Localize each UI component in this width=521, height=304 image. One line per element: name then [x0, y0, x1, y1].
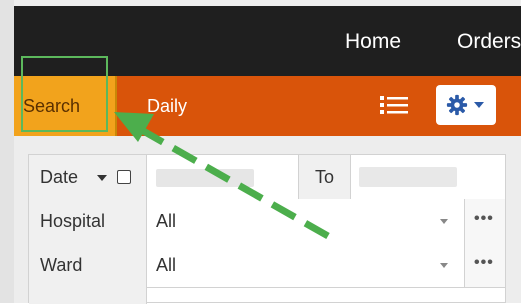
more-icon: •••: [474, 254, 494, 271]
date-label: Date: [40, 167, 79, 187]
daily-tab[interactable]: Daily: [147, 96, 187, 117]
navbar-top-edge: [14, 0, 521, 6]
chevron-down-icon: [474, 102, 484, 108]
hospital-row: Hospital All •••: [29, 199, 505, 244]
filter-form: Date To Hospital All ••• Ward All •••: [14, 136, 521, 304]
date-label-cell[interactable]: Date: [29, 155, 147, 199]
ward-select[interactable]: All: [147, 243, 465, 287]
ward-row: Ward All •••: [29, 243, 505, 288]
ward-label: Ward: [40, 255, 83, 275]
to-label-cell: To: [299, 155, 351, 199]
nav-orders-link[interactable]: Orders: [457, 30, 521, 54]
next-filter-label-cell: [29, 287, 147, 304]
gear-icon: [446, 94, 468, 116]
filter-panel: Date To Hospital All ••• Ward All •••: [28, 154, 506, 304]
to-label: To: [315, 167, 335, 187]
settings-dropdown-button[interactable]: [436, 85, 496, 125]
next-filter-row: [29, 287, 505, 304]
chevron-down-icon[interactable]: [97, 175, 107, 181]
hospital-more-button[interactable]: •••: [465, 199, 505, 243]
date-to-input[interactable]: [351, 155, 505, 199]
list-icon[interactable]: [380, 94, 408, 116]
hospital-select-value: All: [156, 211, 177, 231]
hospital-label: Hospital: [40, 211, 106, 231]
nav-home-link[interactable]: Home: [345, 30, 401, 54]
date-enable-checkbox[interactable]: [117, 170, 131, 184]
chevron-down-icon: [440, 219, 448, 224]
annotation-highlight-box: [21, 56, 108, 132]
ward-select-value: All: [156, 255, 177, 275]
chevron-down-icon: [440, 263, 448, 268]
more-icon: •••: [474, 210, 494, 227]
hospital-select[interactable]: All: [147, 199, 465, 243]
ward-more-button[interactable]: •••: [465, 243, 505, 287]
date-from-redacted-value: [156, 169, 254, 187]
date-from-input[interactable]: [147, 155, 299, 199]
ward-label-cell: Ward: [29, 243, 147, 287]
hospital-label-cell: Hospital: [29, 199, 147, 243]
date-to-redacted-value: [359, 167, 457, 187]
date-row: Date To: [29, 155, 505, 200]
